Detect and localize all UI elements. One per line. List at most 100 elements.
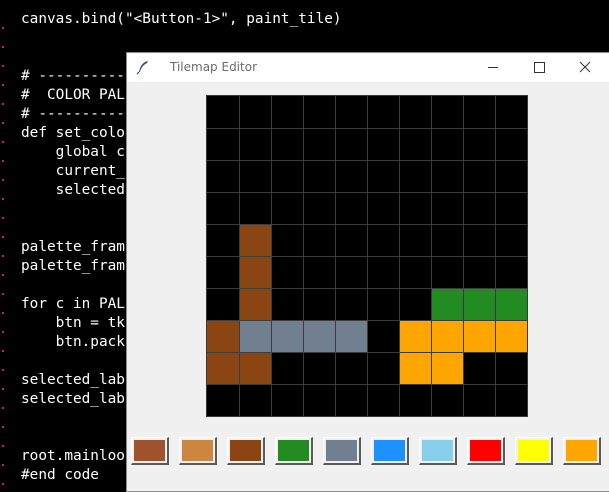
code-line: palette_fram — [21, 258, 125, 274]
tile[interactable] — [239, 256, 271, 288]
swatch-fill — [326, 440, 357, 461]
tilemap-editor-window: Tilemap Editor — [126, 52, 609, 492]
tile[interactable] — [495, 288, 527, 320]
code-line: root.mainloo — [21, 448, 125, 464]
gutter-marker — [2, 426, 4, 428]
code-line: global c — [21, 144, 125, 160]
tile[interactable] — [431, 320, 463, 352]
grid-line — [207, 128, 527, 129]
gutter-marker — [2, 255, 4, 257]
gutter-marker — [2, 217, 4, 219]
gutter-marker — [2, 331, 4, 333]
grid-line — [207, 256, 527, 257]
swatch-fill — [134, 440, 165, 461]
gutter-marker — [2, 388, 4, 390]
swatch-fill — [518, 440, 549, 461]
gutter-marker — [2, 350, 4, 352]
grid-line — [207, 288, 527, 289]
close-icon — [579, 61, 591, 73]
tile[interactable] — [271, 320, 303, 352]
gutter-marker — [2, 407, 4, 409]
grid-line — [207, 352, 527, 353]
palette-color-button[interactable] — [323, 437, 361, 465]
minimize-button[interactable] — [470, 53, 516, 82]
tile[interactable] — [399, 320, 431, 352]
window-title: Tilemap Editor — [170, 60, 257, 74]
code-line: # ---------- — [21, 68, 125, 84]
code-line: # ---------- — [21, 106, 125, 122]
palette-color-button[interactable] — [275, 437, 313, 465]
code-line: # COLOR PAL — [21, 87, 125, 103]
tile[interactable] — [431, 288, 463, 320]
tile-canvas[interactable] — [206, 95, 528, 417]
palette-color-button[interactable] — [227, 437, 265, 465]
gutter-marker — [2, 464, 4, 466]
code-line: selected — [21, 182, 125, 198]
grid-line — [207, 384, 527, 385]
grid-line — [207, 192, 527, 193]
palette-color-button[interactable] — [467, 437, 505, 465]
grid-line — [207, 320, 527, 321]
palette-color-button[interactable] — [515, 437, 553, 465]
gutter-marker — [2, 27, 4, 29]
tile[interactable] — [207, 320, 239, 352]
gutter-marker — [2, 198, 4, 200]
swatch-fill — [422, 440, 453, 461]
tile[interactable] — [463, 320, 495, 352]
tile[interactable] — [239, 320, 271, 352]
code-line: palette_fram — [21, 239, 125, 255]
swatch-fill — [374, 440, 405, 461]
swatch-fill — [470, 440, 501, 461]
gutter-marker — [2, 122, 4, 124]
grid-line — [207, 224, 527, 225]
code-line: btn.pack — [21, 334, 125, 350]
tile[interactable] — [239, 224, 271, 256]
title-bar[interactable]: Tilemap Editor — [127, 53, 609, 82]
tile[interactable] — [495, 320, 527, 352]
code-line: canvas.bind("<Button-1>", paint_tile) — [21, 11, 342, 27]
gutter-marker — [2, 103, 4, 105]
tile[interactable] — [463, 288, 495, 320]
code-line: selected_lab — [21, 372, 125, 388]
palette-color-button[interactable] — [179, 437, 217, 465]
minimize-icon — [488, 67, 498, 68]
gutter-marker — [2, 179, 4, 181]
gutter-marker — [2, 369, 4, 371]
swatch-fill — [230, 440, 261, 461]
maximize-button[interactable] — [516, 53, 562, 82]
palette-color-button[interactable] — [371, 437, 409, 465]
palette-color-button[interactable] — [131, 437, 169, 465]
gutter-marker — [2, 141, 4, 143]
code-line: def set_colo — [21, 125, 125, 141]
feather-icon — [136, 61, 148, 75]
tile[interactable] — [335, 320, 367, 352]
gutter-marker — [2, 65, 4, 67]
tile[interactable] — [207, 352, 239, 384]
tile[interactable] — [239, 352, 271, 384]
grid-line — [207, 160, 527, 161]
gutter-marker — [2, 445, 4, 447]
code-line: btn = tk — [21, 315, 125, 331]
code-line: selected_lab — [21, 391, 125, 407]
maximize-icon — [534, 62, 545, 73]
tile[interactable] — [399, 352, 431, 384]
gutter-marker — [2, 160, 4, 162]
gutter-marker — [2, 84, 4, 86]
gutter-marker — [2, 293, 4, 295]
tile[interactable] — [239, 288, 271, 320]
tile[interactable] — [431, 352, 463, 384]
swatch-fill — [278, 440, 309, 461]
close-button[interactable] — [562, 53, 608, 82]
code-line: current_ — [21, 163, 125, 179]
code-line: #end code — [21, 467, 99, 483]
tile[interactable] — [303, 320, 335, 352]
palette-color-button[interactable] — [563, 437, 601, 465]
gutter-marker — [2, 312, 4, 314]
gutter-marker — [2, 274, 4, 276]
palette-color-button[interactable] — [419, 437, 457, 465]
code-line: for c in PAL — [21, 296, 125, 312]
gutter-marker — [2, 46, 4, 48]
swatch-fill — [566, 440, 597, 461]
gutter-marker — [2, 236, 4, 238]
swatch-fill — [182, 440, 213, 461]
